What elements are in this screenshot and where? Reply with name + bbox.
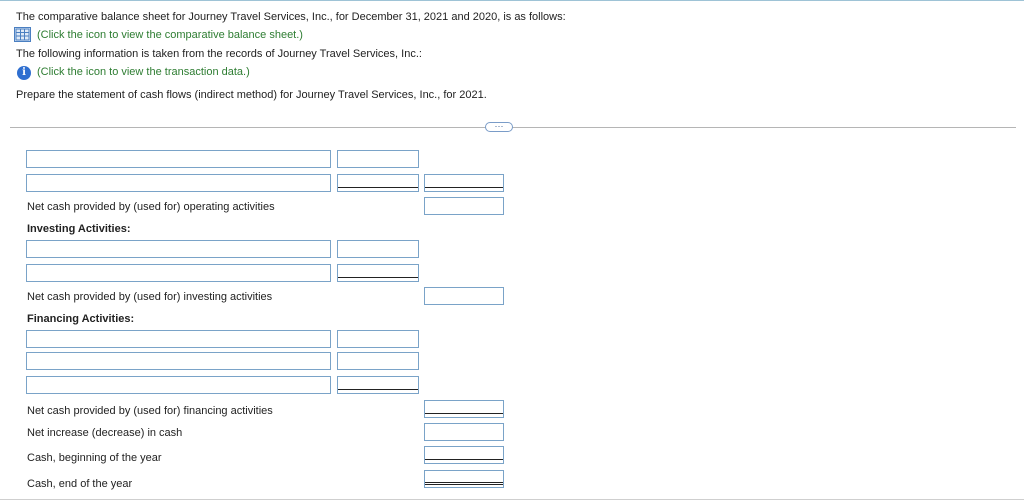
top-border [0,0,1024,1]
intro-line-2: The following information is taken from … [16,48,422,60]
net-investing-amount[interactable] [424,287,504,305]
net-investing-label: Net cash provided by (used for) investin… [27,291,273,303]
balance-sheet-link[interactable]: (Click the icon to view the comparative … [37,29,303,41]
operating-item-amount-1[interactable] [337,150,419,168]
operating-item-label-1[interactable] [26,150,331,168]
info-icon[interactable]: i [17,66,31,80]
financing-item-amount-2[interactable] [337,352,419,370]
operating-item-amount-2[interactable] [337,174,419,192]
financing-item-label-3[interactable] [26,376,331,394]
investing-header: Investing Activities: [27,223,131,235]
table-icon[interactable] [14,27,31,42]
investing-item-label-2[interactable] [26,264,331,282]
net-increase-label: Net increase (decrease) in cash [27,427,183,439]
bottom-border [0,499,1024,500]
net-increase-amount[interactable] [424,423,504,441]
financing-header: Financing Activities: [27,313,135,325]
net-operating-amount[interactable] [424,197,504,215]
financing-item-amount-1[interactable] [337,330,419,348]
investing-item-amount-1[interactable] [337,240,419,258]
net-financing-amount[interactable] [424,400,504,418]
financing-item-label-1[interactable] [26,330,331,348]
expand-more-button[interactable]: ··· [485,122,513,132]
intro-line-1: The comparative balance sheet for Journe… [16,11,566,23]
investing-item-amount-2[interactable] [337,264,419,282]
section-divider [10,127,1016,128]
net-financing-label: Net cash provided by (used for) financin… [27,405,273,417]
operating-subtotal[interactable] [424,174,504,192]
operating-item-label-2[interactable] [26,174,331,192]
financing-item-amount-3[interactable] [337,376,419,394]
investing-item-label-1[interactable] [26,240,331,258]
net-operating-label: Net cash provided by (used for) operatin… [27,201,275,213]
cash-beginning-amount[interactable] [424,446,504,464]
instruction-text: Prepare the statement of cash flows (ind… [16,89,487,101]
cash-end-label: Cash, end of the year [27,478,133,490]
transaction-data-link[interactable]: (Click the icon to view the transaction … [37,66,250,78]
cash-end-amount[interactable] [424,470,504,488]
financing-item-label-2[interactable] [26,352,331,370]
cash-beginning-label: Cash, beginning of the year [27,452,162,464]
